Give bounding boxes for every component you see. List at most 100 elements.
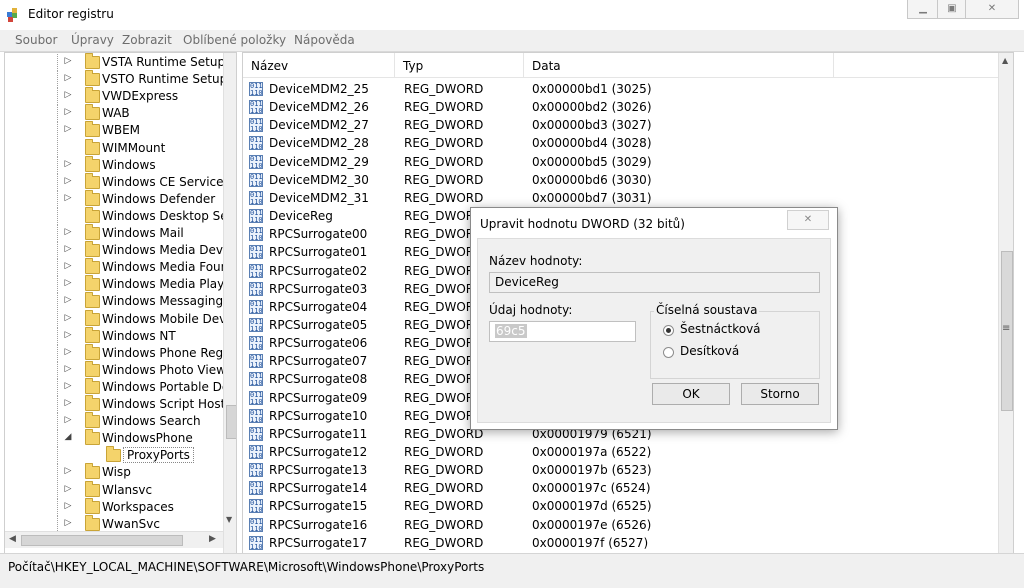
table-row[interactable]: 011 110 RPCSurrogate12 REG_DWORD 0x0000197a… (243, 443, 998, 461)
tree-item[interactable]: ▷ Wisp (5, 463, 236, 482)
table-row[interactable]: 011 110 DeviceMDM2_28 REG_DWORD 0x00000bd4 … (243, 134, 998, 152)
dialog-close-button[interactable]: ✕ (787, 210, 829, 230)
maximize-button[interactable]: ▣ (937, 0, 967, 19)
tree-collapse-icon[interactable]: ◢ (63, 432, 73, 442)
table-row[interactable]: 011 110 DeviceMDM2_29 REG_DWORD 0x00000bd5 … (243, 153, 998, 171)
table-row[interactable]: 011 110 DeviceMDM2_26 REG_DWORD 0x00000bd2 … (243, 98, 998, 116)
tree-expand-icon[interactable]: ▷ (63, 278, 73, 288)
hex-label[interactable]: Šestnáctková (680, 322, 761, 336)
list-scroll-up-icon[interactable]: ▲ (1002, 56, 1008, 65)
tree-expand-icon[interactable]: ▷ (63, 415, 73, 425)
tree-expand-icon[interactable]: ▷ (63, 364, 73, 374)
tree-expand-icon[interactable]: ▷ (63, 501, 73, 511)
table-row[interactable]: 011 110 DeviceMDM2_25 REG_DWORD 0x00000bd1 … (243, 80, 998, 98)
tree-item-label: Wlansvc (102, 482, 153, 497)
minimize-button[interactable]: ▁ (907, 0, 939, 19)
table-row[interactable]: 011 110 DeviceMDM2_30 REG_DWORD 0x00000bd6 … (243, 171, 998, 189)
tree-item[interactable]: ▷ Windows Phone Reg (5, 343, 236, 362)
scroll-left-icon[interactable]: ◀ (9, 534, 16, 544)
table-row[interactable]: 011 110 RPCSurrogate17 REG_DWORD 0x0000197f… (243, 534, 998, 552)
tree-item[interactable]: ▷ WAB (5, 104, 236, 123)
tree-item[interactable]: ▷ Windows (5, 155, 236, 174)
tree-item[interactable]: ▷ Wlansvc (5, 480, 236, 499)
close-button[interactable]: ✕ (965, 0, 1019, 19)
dec-label[interactable]: Desítková (680, 344, 739, 358)
table-row[interactable]: 011 110 DeviceMDM2_31 REG_DWORD 0x00000bd7 … (243, 189, 998, 207)
value-data-input[interactable]: 69c5 (489, 321, 636, 342)
tree-expand-icon[interactable]: ▷ (63, 381, 73, 391)
tree-expand-icon[interactable]: ▷ (63, 484, 73, 494)
tree-expand-icon[interactable]: ▷ (63, 244, 73, 254)
dec-radio[interactable] (663, 347, 674, 358)
tree-item[interactable]: ▷ WBEM (5, 121, 236, 140)
scroll-right-icon[interactable]: ▶ (209, 534, 216, 544)
tree-item[interactable]: ProxyPorts (5, 446, 236, 465)
column-data[interactable]: Data (524, 53, 834, 77)
table-row[interactable]: 011 110 RPCSurrogate16 REG_DWORD 0x0000197e… (243, 516, 998, 534)
tree-expand-icon[interactable]: ▷ (63, 518, 73, 528)
tree-item[interactable]: ▷ Workspaces (5, 497, 236, 516)
tree-scroll-thumb[interactable] (226, 405, 236, 439)
tree-item[interactable]: ◢ WindowsPhone (5, 429, 236, 448)
tree-item[interactable]: ▷ Windows Mobile Dev (5, 309, 236, 328)
folder-icon (85, 53, 100, 69)
tree-item[interactable]: ▷ Windows CE Services (5, 172, 236, 191)
table-row[interactable]: 011 110 DeviceMDM2_27 REG_DWORD 0x00000bd3 … (243, 116, 998, 134)
tree-item[interactable]: ▷ Windows Photo View (5, 360, 236, 379)
tree-item[interactable]: ▷ Windows Search (5, 412, 236, 431)
tree-expand-icon[interactable]: ▷ (63, 90, 73, 100)
list-vertical-scrollbar[interactable]: ▲ ≡ (998, 53, 1013, 553)
tree-item[interactable]: ▷ VWDExpress (5, 87, 236, 106)
tree-expand-icon[interactable]: ▷ (63, 466, 73, 476)
tree-expand-icon[interactable]: ▷ (63, 347, 73, 357)
tree-expand-icon[interactable]: ▷ (63, 176, 73, 186)
tree-expand-icon[interactable]: ▷ (63, 313, 73, 323)
table-row[interactable]: 011 110 RPCSurrogate14 REG_DWORD 0x0000197c… (243, 479, 998, 497)
tree-item[interactable]: WIMMount (5, 138, 236, 157)
tree-expand-icon[interactable]: ▷ (63, 295, 73, 305)
tree-expand-icon[interactable]: ▷ (63, 330, 73, 340)
tree-expand-icon[interactable]: ▷ (63, 56, 73, 66)
tree-item[interactable]: ▷ Windows Media Devi (5, 241, 236, 260)
folder-icon (85, 104, 100, 121)
table-row[interactable]: 011 110 RPCSurrogate13 REG_DWORD 0x0000197b… (243, 461, 998, 479)
tree-expand-icon[interactable]: ▷ (63, 193, 73, 203)
tree-expand-icon[interactable]: ▷ (63, 261, 73, 271)
tree-expand-icon[interactable]: ▷ (63, 124, 73, 134)
tree-item-label: WIMMount (102, 140, 166, 155)
menu-favorites[interactable]: Oblíbené položky (183, 33, 286, 47)
menu-view[interactable]: Zobrazit (122, 33, 172, 47)
cancel-button[interactable]: Storno (741, 383, 819, 405)
tree-item[interactable]: ▷ VSTO Runtime Setup (5, 70, 236, 89)
hex-radio[interactable] (663, 325, 674, 336)
tree-expand-icon[interactable]: ▷ (63, 159, 73, 169)
scroll-down-icon[interactable]: ▼ (226, 515, 232, 524)
key-tree[interactable]: ▷ VSTA Runtime Setup ▷ VSTO Runtime Setup ▷ V… (4, 52, 237, 554)
tree-expand-icon[interactable]: ▷ (63, 107, 73, 117)
tree-item[interactable]: ▷ Windows Portable De (5, 377, 236, 396)
tree-item[interactable]: ▷ Windows NT (5, 326, 236, 345)
ok-button[interactable]: OK (652, 383, 730, 405)
table-row[interactable]: 011 110 RPCSurrogate15 REG_DWORD 0x0000197d… (243, 497, 998, 515)
cell-name: RPCSurrogate16 (269, 517, 368, 532)
menu-help[interactable]: Nápověda (294, 33, 355, 47)
tree-hscroll-thumb[interactable] (21, 535, 183, 546)
tree-item[interactable]: ▷ Windows Script Host (5, 395, 236, 413)
tree-expand-icon[interactable]: ▷ (63, 73, 73, 83)
menu-file[interactable]: Soubor (15, 33, 57, 47)
tree-item[interactable]: ▷ Windows Defender (5, 189, 236, 208)
value-name-field[interactable]: DeviceReg (489, 272, 820, 293)
tree-item[interactable]: ▷ Windows Media Foun (5, 258, 236, 277)
tree-expand-icon[interactable]: ▷ (63, 398, 73, 408)
tree-horizontal-scrollbar[interactable]: ◀ ▶ (5, 531, 223, 548)
tree-item[interactable]: ▷ Windows Media Playe (5, 275, 236, 294)
tree-item[interactable]: ▷ VSTA Runtime Setup (5, 53, 236, 71)
tree-vertical-scrollbar[interactable]: ▼ (223, 53, 236, 553)
tree-item[interactable]: ▷ Windows Mail (5, 224, 236, 242)
menu-edit[interactable]: Úpravy (71, 33, 114, 47)
column-name[interactable]: Název (243, 53, 395, 77)
tree-item[interactable]: Windows Desktop Se (5, 206, 236, 225)
tree-item[interactable]: ▷ Windows Messaging (5, 292, 236, 311)
tree-expand-icon[interactable]: ▷ (63, 227, 73, 237)
column-type[interactable]: Typ (395, 53, 524, 77)
